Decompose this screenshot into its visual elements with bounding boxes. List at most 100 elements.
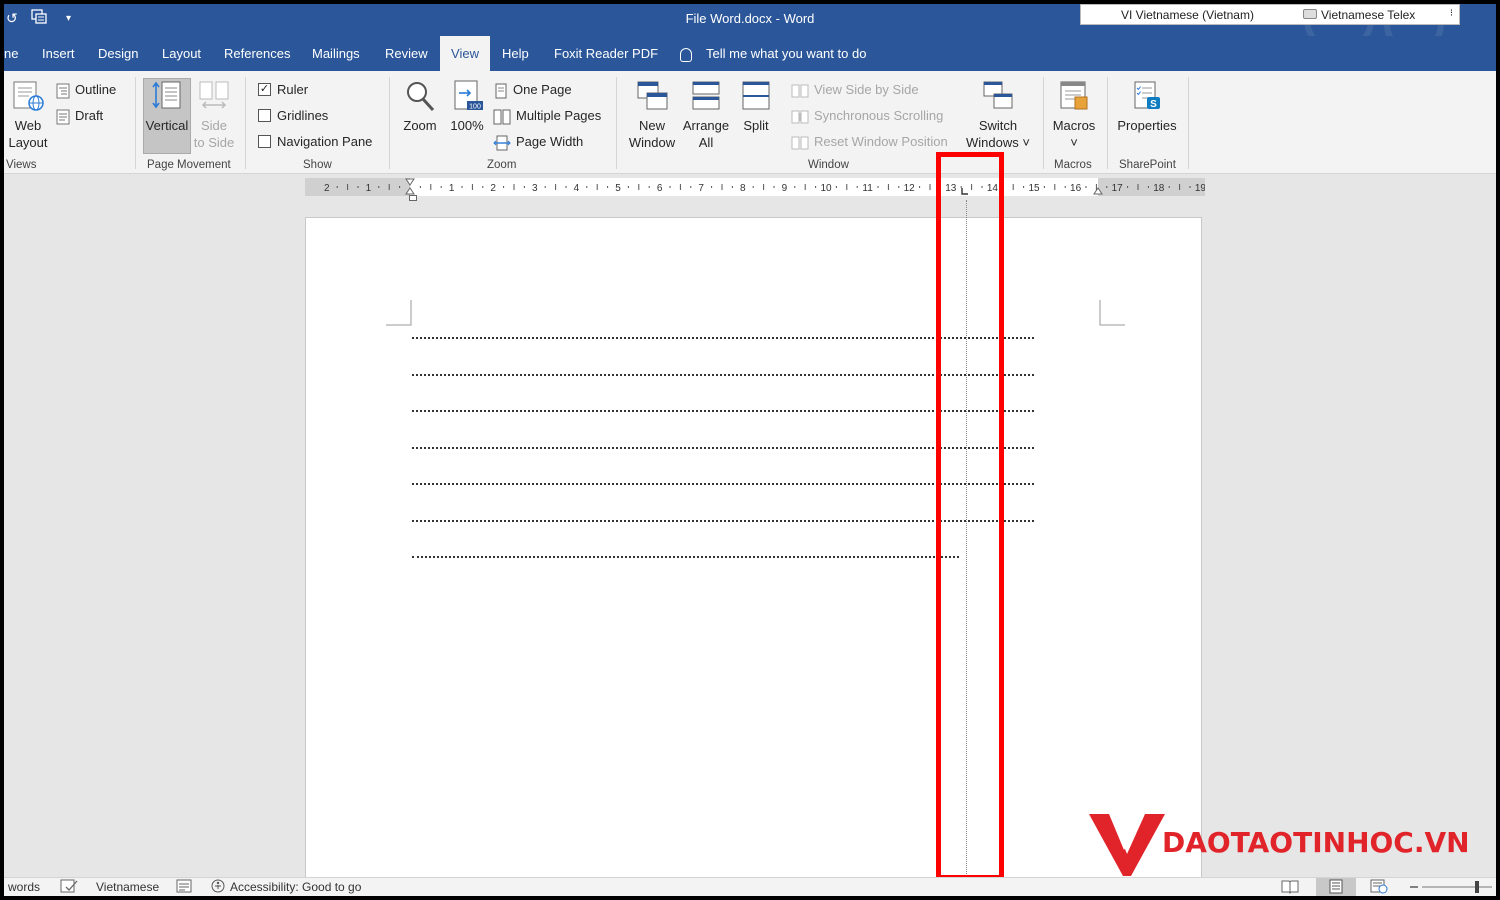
split-button[interactable]: Split (736, 79, 776, 134)
tab-view[interactable]: View (440, 36, 490, 71)
keyboard-layout[interactable]: Vietnamese Telex (1321, 8, 1415, 22)
gridlines-checkbox[interactable]: Gridlines (258, 108, 328, 123)
ruler-tick (669, 186, 671, 188)
tab-design[interactable]: Design (88, 36, 148, 71)
group-separator (245, 77, 246, 169)
outline-button[interactable]: Outline (56, 82, 116, 99)
reset-window-position-icon (791, 136, 809, 150)
gridlines-check-box[interactable] (258, 109, 271, 123)
watermark-logo: DAOTAOTINHOC.VN (1089, 812, 1484, 882)
ruler-tick (1023, 186, 1025, 188)
new-window-label-2: Window (628, 135, 676, 150)
ruler-tick (378, 186, 380, 188)
properties-button[interactable]: S Properties (1114, 79, 1180, 134)
zoom-out-icon[interactable] (1408, 879, 1420, 896)
highlight-box (936, 152, 1004, 880)
ruler-tick (1179, 184, 1181, 190)
ruler-tick (898, 186, 900, 188)
print-layout-icon[interactable] (1316, 878, 1356, 896)
navigation-pane-label: Navigation Pane (277, 134, 373, 149)
ruler-number: 5 (615, 183, 621, 194)
ruler-number: 11 (862, 183, 873, 194)
ruler-tick (919, 186, 921, 188)
ruler-tick (419, 186, 421, 188)
ruler-tick (1189, 186, 1191, 188)
tell-me-box[interactable]: Tell me what you want to do (680, 36, 866, 71)
tab-help[interactable]: Help (492, 36, 539, 71)
ruler-tick (544, 186, 546, 188)
word-count[interactable]: words (8, 880, 40, 894)
status-bar: words Vietnamese Accessibility: Good to … (4, 877, 1496, 896)
ruler-number: 8 (740, 183, 746, 194)
multiple-pages-button[interactable]: Multiple Pages (493, 108, 601, 125)
group-label-window: Window (808, 159, 849, 171)
macros-button[interactable]: Macros ˅ (1050, 79, 1098, 151)
ruler-tick (461, 186, 463, 188)
reset-window-position-button[interactable]: Reset Window Position (791, 134, 948, 151)
ruler-checkbox[interactable]: ✓ Ruler (258, 82, 308, 97)
ruler-tick (835, 186, 837, 188)
ruler-number: 15 (1028, 183, 1040, 194)
vertical-button[interactable]: Vertical (143, 79, 191, 134)
one-page-button[interactable]: One Page (494, 82, 572, 99)
draft-icon (56, 109, 70, 125)
tab-mailings[interactable]: Mailings (302, 36, 370, 71)
accessibility-status[interactable]: Accessibility: Good to go (230, 880, 361, 894)
draft-label: Draft (75, 108, 104, 123)
zoom-slider[interactable] (1422, 879, 1494, 896)
ruler-tick (1085, 186, 1087, 188)
macros-icon (1060, 81, 1088, 110)
accessibility-icon[interactable] (210, 879, 228, 896)
navigation-pane-checkbox[interactable]: Navigation Pane (258, 134, 372, 149)
ruler-check-box[interactable]: ✓ (258, 83, 271, 97)
zoom-100-icon: 100 (454, 80, 483, 111)
synchronous-scrolling-button[interactable]: Synchronous Scrolling (791, 108, 943, 125)
tab-home[interactable]: ne (4, 36, 28, 71)
language-status[interactable]: Vietnamese (96, 880, 159, 894)
zoom-100-button[interactable]: 100 100% (448, 79, 486, 134)
ruler-tick (711, 186, 713, 188)
macro-recording-icon[interactable] (176, 879, 192, 896)
switch-windows-button[interactable]: Switch Windows ˅ (962, 79, 1034, 151)
tab-review[interactable]: Review (375, 36, 438, 71)
group-label-views: Views (6, 159, 37, 171)
zoom-100-label: 100% (450, 118, 484, 133)
proofing-icon[interactable] (60, 879, 78, 896)
page-width-label: Page Width (516, 134, 584, 149)
ruler-tick (586, 186, 588, 188)
read-mode-icon[interactable] (1281, 879, 1299, 896)
switch-windows-label-1: Switch (978, 118, 1018, 133)
language-bar[interactable]: VI Vietnamese (Vietnam) Vietnamese Telex… (1080, 4, 1460, 25)
outline-icon (56, 83, 70, 99)
draft-button[interactable]: Draft (56, 108, 103, 125)
view-side-by-side-button[interactable]: View Side by Side (791, 82, 919, 99)
ruler-number: 10 (820, 183, 832, 194)
page-width-button[interactable]: Page Width (493, 134, 583, 151)
tab-insert[interactable]: Insert (32, 36, 85, 71)
synchronous-scrolling-icon (791, 110, 809, 124)
ruler-tick (596, 184, 598, 190)
horizontal-ruler[interactable]: 2 1 1 2 3 4 5 6 7 8 9 10 11 12 13 14 15 16 17 18 19 (305, 178, 1205, 196)
zoom-button[interactable]: Zoom (400, 79, 440, 134)
ruler-tick (513, 184, 515, 190)
language-bar-options-icon[interactable]: ⁝ (1450, 8, 1453, 19)
zoom-label: Zoom (403, 118, 437, 133)
macros-label: Macros (1052, 118, 1096, 133)
ruler-tick (690, 186, 692, 188)
new-window-button[interactable]: New Window (624, 79, 680, 151)
tab-references[interactable]: References (214, 36, 300, 71)
side-to-side-button[interactable]: Side to Side (192, 79, 236, 151)
web-layout-view-icon[interactable] (1370, 879, 1388, 896)
ribbon-tabs: ne Insert Design Layout References Maili… (4, 36, 1496, 71)
tab-layout[interactable]: Layout (152, 36, 211, 71)
left-indent-marker[interactable] (409, 195, 417, 201)
tab-foxit-reader-pdf[interactable]: Foxit Reader PDF (544, 36, 668, 71)
arrange-all-button[interactable]: Arrange All (680, 79, 732, 151)
ruler-number: 18 (1153, 183, 1165, 194)
ruler-tick (503, 186, 505, 188)
document-page[interactable] (305, 217, 1202, 896)
navigation-pane-check-box[interactable] (258, 135, 271, 149)
tell-me-text: Tell me what you want to do (706, 46, 867, 61)
input-language[interactable]: VI Vietnamese (Vietnam) (1121, 8, 1254, 22)
web-layout-button[interactable]: Web Layout (8, 79, 48, 151)
